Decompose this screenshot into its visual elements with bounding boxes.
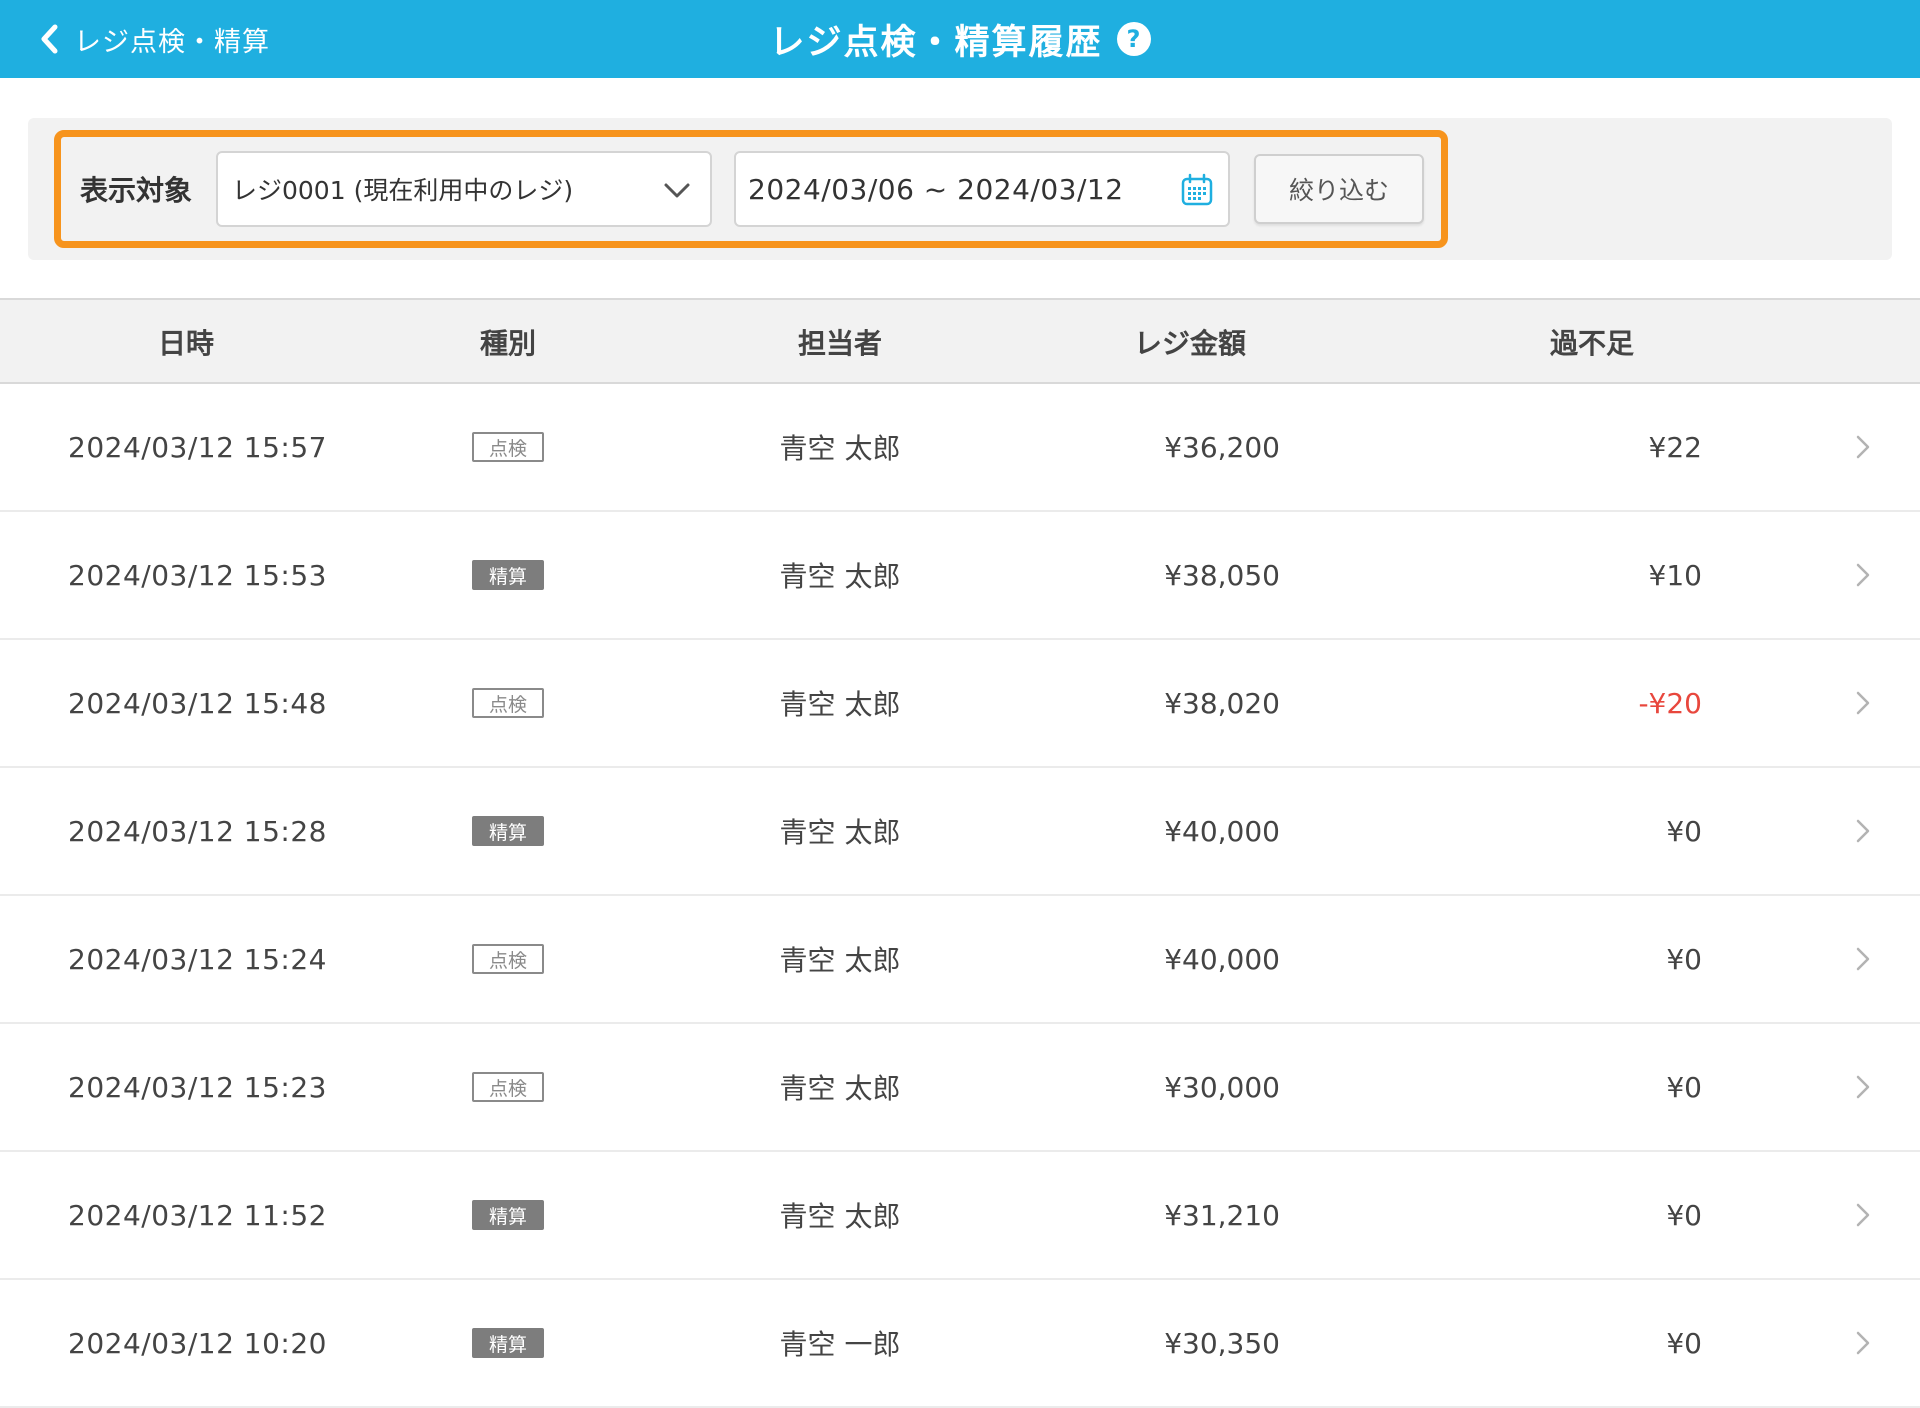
row-difference: ¥0 — [1666, 814, 1702, 848]
row-datetime: 2024/03/12 15:48 — [68, 686, 327, 720]
back-button[interactable]: レジ点検・精算 — [36, 0, 270, 78]
column-header-staff: 担当者 — [797, 327, 882, 360]
register-select-value: レジ0001 (現在利用中のレジ) — [232, 176, 574, 205]
row-staff: 青空 太郎 — [779, 816, 901, 849]
row-amount: ¥30,000 — [1164, 1070, 1280, 1104]
table-row[interactable]: 2024/03/12 15:28 精算 青空 太郎 ¥40,000 ¥0 — [0, 768, 1920, 896]
row-staff: 青空 太郎 — [779, 1200, 901, 1233]
row-staff: 青空 太郎 — [779, 560, 901, 593]
chevron-right-icon — [1848, 1024, 1878, 1150]
row-difference: ¥0 — [1666, 1070, 1702, 1104]
history-list: 2024/03/12 15:57 点検 青空 太郎 ¥36,200 ¥22 20… — [0, 384, 1920, 1408]
table-row[interactable]: 2024/03/12 15:57 点検 青空 太郎 ¥36,200 ¥22 — [0, 384, 1920, 512]
top-bar: レジ点検・精算 レジ点検・精算履歴 ? — [0, 0, 1920, 78]
column-header-register-amount: レジ金額 — [1133, 327, 1246, 360]
chevron-right-icon — [1848, 512, 1878, 638]
type-badge: 点検 — [472, 432, 544, 462]
row-difference: ¥10 — [1648, 558, 1702, 592]
back-label: レジ点検・精算 — [74, 26, 270, 58]
type-badge: 精算 — [472, 1328, 544, 1358]
type-badge: 精算 — [472, 560, 544, 590]
row-amount: ¥30,350 — [1164, 1326, 1280, 1360]
chevron-right-icon — [1848, 768, 1878, 894]
row-difference: ¥22 — [1648, 430, 1702, 464]
row-datetime: 2024/03/12 10:20 — [68, 1326, 327, 1360]
row-datetime: 2024/03/12 15:57 — [68, 430, 327, 464]
chevron-left-icon — [36, 21, 64, 57]
row-amount: ¥40,000 — [1164, 942, 1280, 976]
row-type-cell: 精算 — [472, 1280, 544, 1406]
row-difference: ¥0 — [1666, 1326, 1702, 1360]
type-badge: 精算 — [472, 816, 544, 846]
row-difference: -¥20 — [1638, 686, 1702, 720]
row-amount: ¥38,020 — [1164, 686, 1280, 720]
table-row[interactable]: 2024/03/12 10:20 精算 青空 一郎 ¥30,350 ¥0 — [0, 1280, 1920, 1408]
row-staff: 青空 一郎 — [779, 1328, 901, 1361]
type-badge: 点検 — [472, 1072, 544, 1102]
row-amount: ¥36,200 — [1164, 430, 1280, 464]
calendar-icon[interactable] — [1180, 173, 1214, 207]
apply-filter-button[interactable]: 絞り込む — [1254, 154, 1424, 224]
row-type-cell: 点検 — [472, 896, 544, 1022]
chevron-right-icon — [1848, 640, 1878, 766]
date-range-field[interactable]: 2024/03/06 ~ 2024/03/12 — [734, 151, 1230, 227]
chevron-down-icon — [664, 183, 690, 198]
type-badge: 精算 — [472, 1200, 544, 1230]
row-datetime: 2024/03/12 15:23 — [68, 1070, 327, 1104]
chevron-right-icon — [1848, 384, 1878, 510]
chevron-right-icon — [1848, 896, 1878, 1022]
table-row[interactable]: 2024/03/12 15:53 精算 青空 太郎 ¥38,050 ¥10 — [0, 512, 1920, 640]
row-type-cell: 精算 — [472, 1152, 544, 1278]
row-type-cell: 点検 — [472, 1024, 544, 1150]
row-type-cell: 点検 — [472, 384, 544, 510]
row-type-cell: 点検 — [472, 640, 544, 766]
chevron-right-icon — [1848, 1280, 1878, 1406]
date-range-value: 2024/03/06 ~ 2024/03/12 — [748, 172, 1124, 206]
chevron-right-icon — [1848, 1152, 1878, 1278]
row-amount: ¥31,210 — [1164, 1198, 1280, 1232]
type-badge: 点検 — [472, 688, 544, 718]
row-datetime: 2024/03/12 11:52 — [68, 1198, 327, 1232]
display-target-label: 表示対象 — [80, 174, 193, 207]
column-header-difference: 過不足 — [1549, 327, 1634, 360]
row-type-cell: 精算 — [472, 768, 544, 894]
title-area: レジ点検・精算履歴 ? — [0, 0, 1920, 78]
row-difference: ¥0 — [1666, 942, 1702, 976]
table-row[interactable]: 2024/03/12 15:48 点検 青空 太郎 ¥38,020 -¥20 — [0, 640, 1920, 768]
row-staff: 青空 太郎 — [779, 944, 901, 977]
row-staff: 青空 太郎 — [779, 432, 901, 465]
row-datetime: 2024/03/12 15:53 — [68, 558, 327, 592]
column-header-type: 種別 — [479, 327, 536, 360]
table-row[interactable]: 2024/03/12 15:23 点検 青空 太郎 ¥30,000 ¥0 — [0, 1024, 1920, 1152]
question-circle-icon[interactable]: ? — [1116, 22, 1151, 56]
row-amount: ¥40,000 — [1164, 814, 1280, 848]
row-staff: 青空 太郎 — [779, 688, 901, 721]
table-row[interactable]: 2024/03/12 15:24 点検 青空 太郎 ¥40,000 ¥0 — [0, 896, 1920, 1024]
page-title: レジ点検・精算履歴 — [769, 22, 1103, 63]
row-staff: 青空 太郎 — [779, 1072, 901, 1105]
row-difference: ¥0 — [1666, 1198, 1702, 1232]
row-amount: ¥38,050 — [1164, 558, 1280, 592]
type-badge: 点検 — [472, 944, 544, 974]
row-type-cell: 精算 — [472, 512, 544, 638]
table-row[interactable]: 2024/03/12 11:52 精算 青空 太郎 ¥31,210 ¥0 — [0, 1152, 1920, 1280]
column-header-datetime: 日時 — [157, 327, 214, 360]
row-datetime: 2024/03/12 15:28 — [68, 814, 327, 848]
row-datetime: 2024/03/12 15:24 — [68, 942, 327, 976]
register-select[interactable]: レジ0001 (現在利用中のレジ) — [216, 151, 712, 227]
table-header: 日時 種別 担当者 レジ金額 過不足 — [0, 298, 1920, 384]
